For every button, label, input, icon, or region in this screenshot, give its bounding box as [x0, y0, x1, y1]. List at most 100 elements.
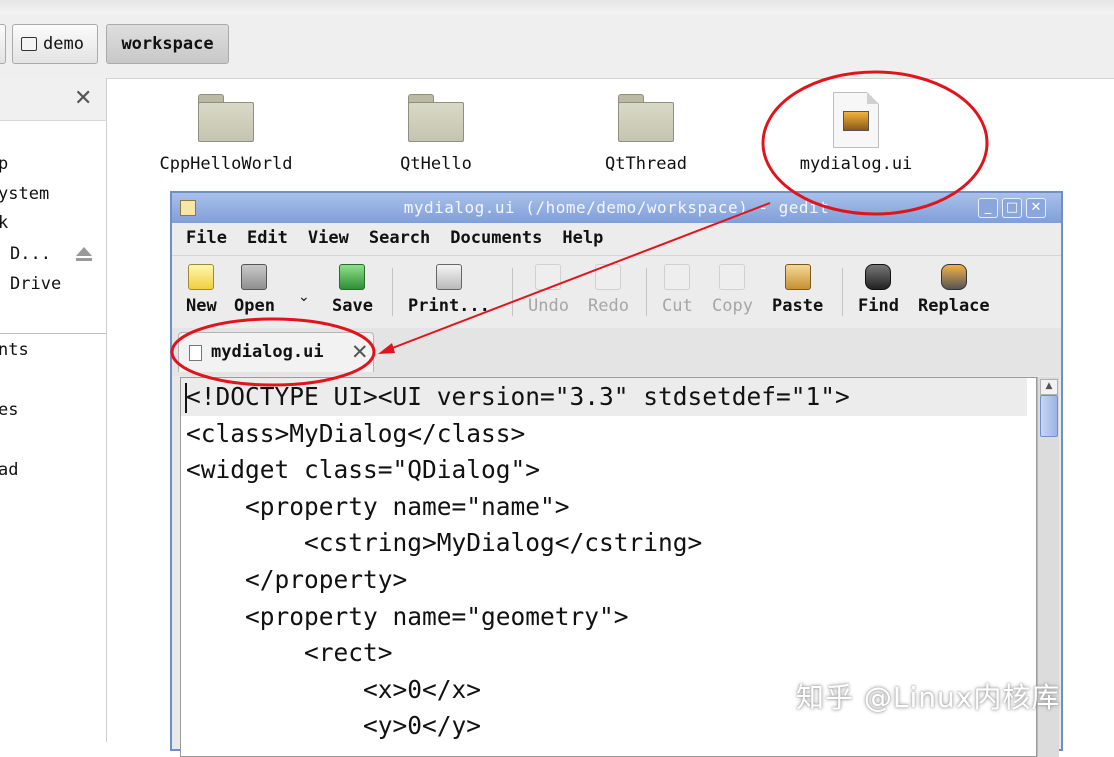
code-line: <y>0</y> [186, 711, 482, 740]
places-sidebar: ✕ p ystem k D... Drive nts es ad [0, 78, 107, 742]
document-tab-bar: mydialog.ui ✕ [172, 328, 1061, 376]
scissors-icon [664, 264, 691, 290]
tab-label: mydialog.ui [211, 342, 324, 362]
sidebar-item-download[interactable]: ad [0, 460, 18, 480]
ui-file-icon [833, 92, 879, 148]
redo-button[interactable]: Redo [588, 264, 629, 316]
window-titlebar[interactable]: mydialog.ui (/home/demo/workspace) - ged… [172, 193, 1061, 223]
redo-icon [595, 264, 622, 290]
copy-button-label: Copy [712, 296, 753, 316]
breadcrumb-workspace-button[interactable]: workspace [106, 24, 229, 64]
sidebar-item-pictures[interactable]: es [0, 400, 18, 420]
folder-icon [618, 92, 674, 142]
folder-icon [198, 92, 254, 142]
open-button[interactable]: Open [234, 264, 275, 316]
copy-button[interactable]: Copy [712, 264, 753, 316]
paste-button-label: Paste [772, 296, 824, 316]
main-toolbar: New Open ⌄ Save Print... Undo Redo Cut C… [172, 255, 1061, 329]
file-item-mydialog-ui[interactable]: mydialog.ui [766, 92, 946, 174]
print-button[interactable]: Print... [408, 264, 490, 316]
sidebar-item-file-system[interactable]: ystem [0, 184, 49, 204]
file-item-qthello[interactable]: QtHello [346, 92, 526, 174]
toolbar-separator [842, 268, 843, 316]
find-button-label: Find [858, 296, 899, 316]
open-folder-icon [241, 264, 268, 290]
code-line: <class>MyDialog</class> [186, 419, 526, 448]
scrollbar-thumb[interactable] [1040, 395, 1058, 437]
sidebar-item-documents[interactable]: nts [0, 340, 29, 360]
scroll-up-arrow-icon[interactable]: ▲ [1040, 379, 1058, 395]
close-window-button[interactable]: ✕ [1026, 198, 1046, 218]
cut-button[interactable]: Cut [662, 264, 693, 316]
new-document-icon [188, 264, 215, 290]
code-line: <cstring>MyDialog</cstring> [186, 528, 703, 557]
sidebar-item-desktop[interactable]: p [0, 154, 8, 174]
minimize-button[interactable]: _ [978, 198, 998, 218]
open-button-label: Open [234, 296, 275, 316]
find-button[interactable]: Find [858, 264, 899, 316]
new-button-label: New [186, 296, 217, 316]
file-item-label: mydialog.ui [799, 154, 913, 174]
chevron-down-icon: ⌄ [298, 289, 310, 305]
cut-button-label: Cut [662, 296, 693, 316]
undo-button-label: Undo [528, 296, 569, 316]
menu-search[interactable]: Search [367, 223, 438, 255]
sidebar-item-device[interactable]: D... [10, 244, 51, 264]
sidebar-separator [0, 333, 106, 334]
home-folder-icon [21, 37, 37, 51]
redo-button-label: Redo [588, 296, 629, 316]
window-title: mydialog.ui (/home/demo/workspace) - ged… [403, 198, 830, 217]
folder-icon [408, 92, 464, 142]
code-line: <!DOCTYPE UI><UI version="3.3" stdsetdef… [186, 382, 850, 411]
menu-view[interactable]: View [306, 223, 357, 255]
file-item-label: QtHello [400, 154, 472, 174]
code-line: <x>0</x> [186, 675, 482, 704]
replace-button-label: Replace [918, 296, 990, 316]
menu-edit[interactable]: Edit [245, 223, 296, 255]
replace-button[interactable]: Replace [918, 264, 990, 316]
undo-button[interactable]: Undo [528, 264, 569, 316]
file-manager-toolbar: demo workspace [0, 0, 1114, 79]
save-button-label: Save [332, 296, 373, 316]
tab-mydialog-ui[interactable]: mydialog.ui ✕ [178, 332, 374, 372]
toolbar-separator [512, 268, 513, 316]
breadcrumb-previous-button[interactable] [0, 24, 6, 64]
new-button[interactable]: New [186, 264, 217, 316]
save-icon [339, 264, 366, 290]
code-line: <rect> [186, 638, 393, 667]
menu-help[interactable]: Help [560, 223, 611, 255]
file-item-qtthread[interactable]: QtThread [556, 92, 736, 174]
replace-icon [940, 264, 967, 290]
code-line: </property> [186, 565, 408, 594]
sidebar-header: ✕ [0, 78, 106, 121]
breadcrumb-demo-label: demo [43, 34, 84, 54]
open-recent-dropdown[interactable]: ⌄ [298, 286, 310, 306]
menu-bar: File Edit View Search Documents Help [172, 223, 1061, 255]
watermark: 知乎 @Linux内核库 [796, 681, 1061, 714]
breadcrumb-workspace-label: workspace [121, 34, 214, 54]
window-top-edge [0, 0, 1114, 14]
file-item-cpphelloworld[interactable]: CppHelloWorld [136, 92, 316, 174]
binoculars-icon [865, 264, 892, 290]
maximize-button[interactable]: □ [1002, 198, 1022, 218]
code-line: <property name="name"> [186, 492, 570, 521]
file-item-label: CppHelloWorld [159, 154, 293, 174]
sidebar-item-network[interactable]: k [0, 213, 8, 233]
toolbar-separator [392, 268, 393, 316]
code-line: <widget class="QDialog"> [186, 455, 541, 484]
paste-button[interactable]: Paste [772, 264, 823, 316]
save-button[interactable]: Save [332, 264, 373, 316]
sidebar-item-drive[interactable]: Drive [10, 274, 61, 294]
close-icon[interactable]: ✕ [74, 86, 92, 111]
close-tab-icon[interactable]: ✕ [351, 340, 369, 364]
file-item-label: QtThread [605, 154, 687, 174]
menu-documents[interactable]: Documents [448, 223, 550, 255]
eject-icon[interactable] [76, 247, 92, 261]
code-line: <property name="geometry"> [186, 602, 629, 631]
breadcrumb-demo-button[interactable]: demo [12, 24, 98, 64]
undo-icon [535, 264, 562, 290]
gedit-window: mydialog.ui (/home/demo/workspace) - ged… [170, 191, 1063, 757]
toolbar-separator [646, 268, 647, 316]
menu-file[interactable]: File [172, 223, 235, 255]
copy-icon [719, 264, 746, 290]
